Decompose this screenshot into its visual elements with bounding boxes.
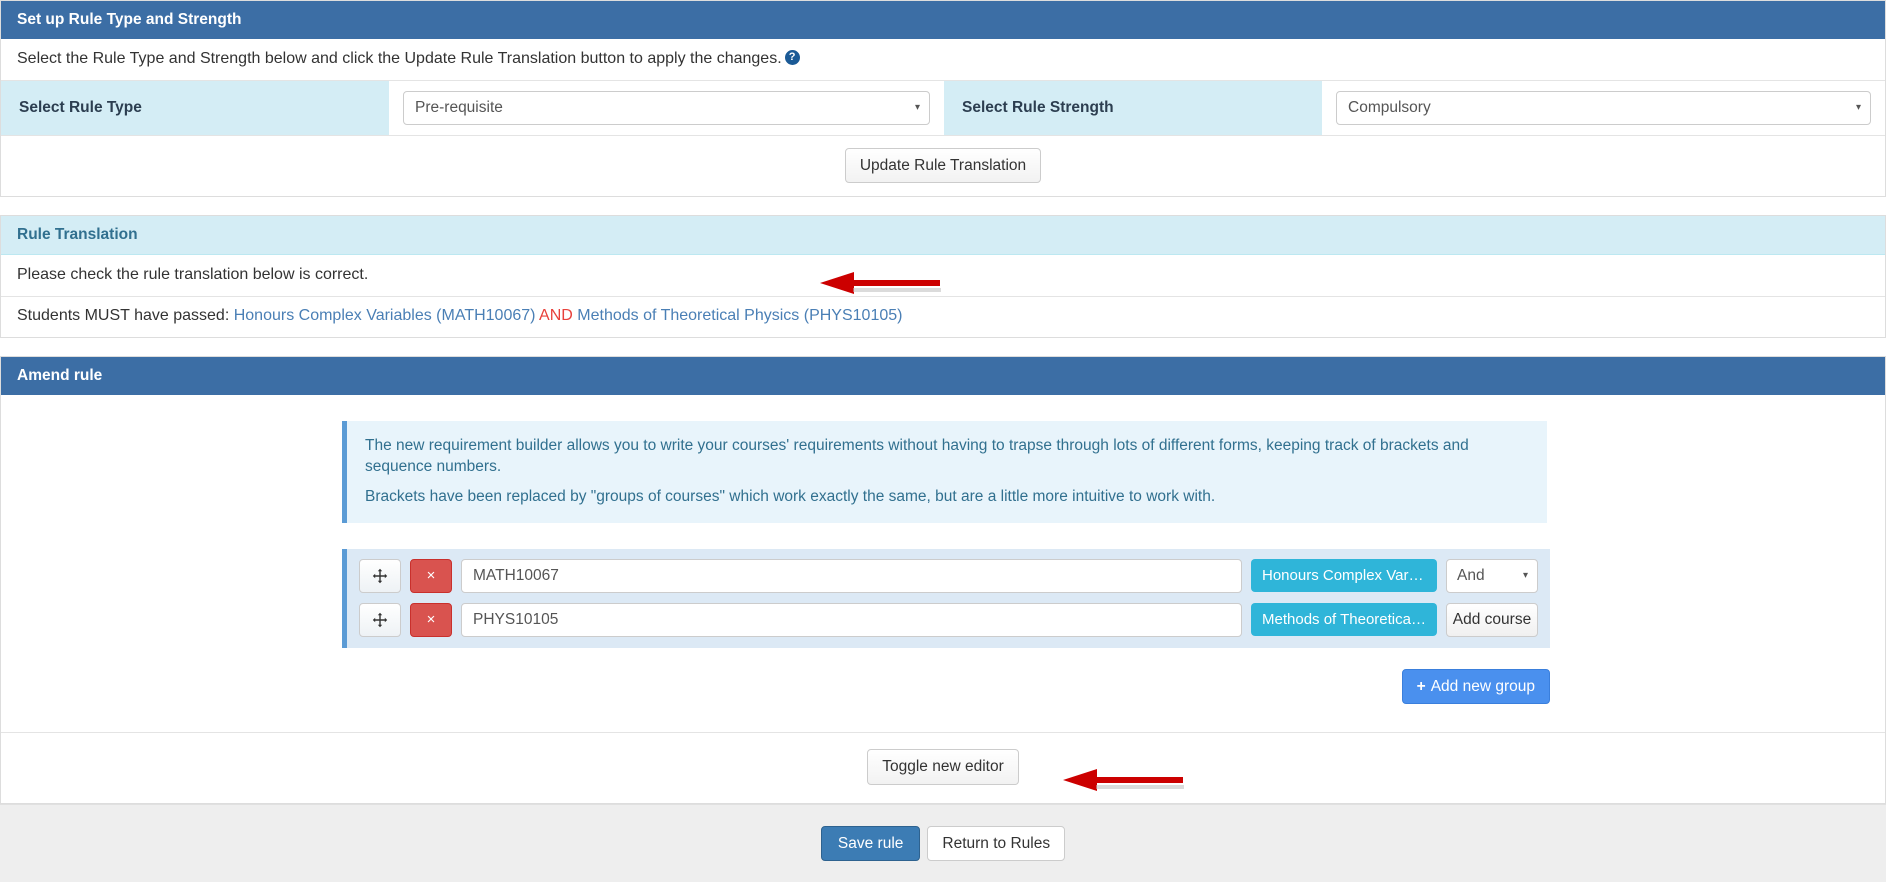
rule-translation-heading: Rule Translation bbox=[1, 216, 1885, 256]
select-rule-strength-label: Select Rule Strength bbox=[944, 80, 1322, 135]
question-circle-icon[interactable]: ? bbox=[784, 50, 800, 66]
rule-translation-panel: Rule Translation Please check the rule t… bbox=[0, 215, 1886, 338]
select-rule-type-cell: Pre-requisite ▾ bbox=[389, 81, 944, 135]
translation-course-one-link[interactable]: Honours Complex Variables (MATH10067) bbox=[234, 307, 536, 324]
translation-prefix: Students MUST have passed: bbox=[17, 306, 230, 324]
add-new-group-label: Add new group bbox=[1430, 677, 1535, 695]
row-operator-value: And bbox=[1457, 566, 1485, 584]
plus-icon: + bbox=[1416, 677, 1426, 695]
amend-rule-heading: Amend rule bbox=[1, 356, 1885, 395]
rule-type-strength-row: Select Rule Type Pre-requisite ▾ Select … bbox=[1, 79, 1885, 136]
setup-rule-panel: Set up Rule Type and Strength Select the… bbox=[0, 0, 1886, 198]
add-course-button[interactable]: Add course bbox=[1446, 602, 1538, 637]
select-rule-type-label: Select Rule Type bbox=[1, 80, 389, 135]
amend-rule-body: The new requirement builder allows you t… bbox=[1, 394, 1885, 733]
footer-action-bar: Save rule Return to Rules bbox=[0, 803, 1886, 882]
panel-spacer bbox=[0, 197, 1886, 216]
update-translation-row: Update Rule Translation bbox=[1, 135, 1885, 197]
course-code-input[interactable] bbox=[461, 602, 1242, 637]
course-row: × Methods of Theoretical Ph... Add cours… bbox=[359, 602, 1538, 637]
amend-rule-panel: Amend rule The new requirement builder a… bbox=[0, 355, 1886, 804]
save-rule-button[interactable]: Save rule bbox=[820, 825, 921, 862]
course-code-input[interactable] bbox=[461, 558, 1242, 593]
move-arrows-icon[interactable] bbox=[359, 558, 401, 593]
close-x-icon[interactable]: × bbox=[410, 602, 452, 637]
rule-strength-select[interactable]: Compulsory ▾ bbox=[1336, 90, 1871, 125]
add-new-group-button[interactable]: + Add new group bbox=[1401, 668, 1550, 705]
toggle-new-editor-button[interactable]: Toggle new editor bbox=[867, 749, 1019, 785]
requirement-builder: The new requirement builder allows you t… bbox=[342, 420, 1550, 705]
rule-type-select[interactable]: Pre-requisite ▾ bbox=[403, 90, 930, 125]
builder-info-paragraph-1: The new requirement builder allows you t… bbox=[365, 436, 1469, 476]
chevron-down-icon: ▾ bbox=[914, 101, 920, 113]
panel-spacer-2 bbox=[0, 337, 1886, 356]
setup-rule-panel-heading: Set up Rule Type and Strength bbox=[1, 1, 1885, 40]
builder-info-note: The new requirement builder allows you t… bbox=[342, 420, 1547, 523]
course-group: × Honours Complex Variables And ▾ bbox=[342, 548, 1550, 648]
course-title-badge: Methods of Theoretical Ph... bbox=[1251, 603, 1437, 637]
chevron-down-icon: ▾ bbox=[1855, 101, 1861, 113]
setup-instruction-text: Select the Rule Type and Strength below … bbox=[17, 50, 782, 68]
move-arrows-icon[interactable] bbox=[359, 602, 401, 637]
close-x-icon[interactable]: × bbox=[410, 558, 452, 593]
translation-operator: AND bbox=[539, 306, 573, 324]
rule-translation-instruction: Please check the rule translation below … bbox=[17, 266, 369, 284]
rule-editor-page: Set up Rule Type and Strength Select the… bbox=[0, 0, 1886, 882]
rule-strength-select-value: Compulsory bbox=[1348, 98, 1431, 116]
setup-instruction-row: Select the Rule Type and Strength below … bbox=[1, 39, 1885, 79]
return-to-rules-button[interactable]: Return to Rules bbox=[927, 825, 1066, 862]
rule-translation-sentence: Students MUST have passed: Honours Compl… bbox=[1, 295, 1885, 337]
add-new-group-row: + Add new group bbox=[342, 668, 1550, 705]
translation-course-two-link[interactable]: Methods of Theoretical Physics (PHYS1010… bbox=[577, 307, 902, 324]
chevron-down-icon: ▾ bbox=[1522, 569, 1528, 581]
builder-info-paragraph-2: Brackets have been replaced by "groups o… bbox=[365, 488, 1216, 506]
rule-type-select-value: Pre-requisite bbox=[415, 98, 503, 116]
row-operator-select[interactable]: And ▾ bbox=[1446, 558, 1538, 593]
update-rule-translation-button[interactable]: Update Rule Translation bbox=[844, 147, 1042, 184]
select-rule-strength-cell: Compulsory ▾ bbox=[1322, 81, 1885, 135]
course-row: × Honours Complex Variables And ▾ bbox=[359, 558, 1538, 593]
toggle-editor-row: Toggle new editor bbox=[1, 732, 1885, 803]
course-title-badge: Honours Complex Variables bbox=[1251, 559, 1437, 593]
